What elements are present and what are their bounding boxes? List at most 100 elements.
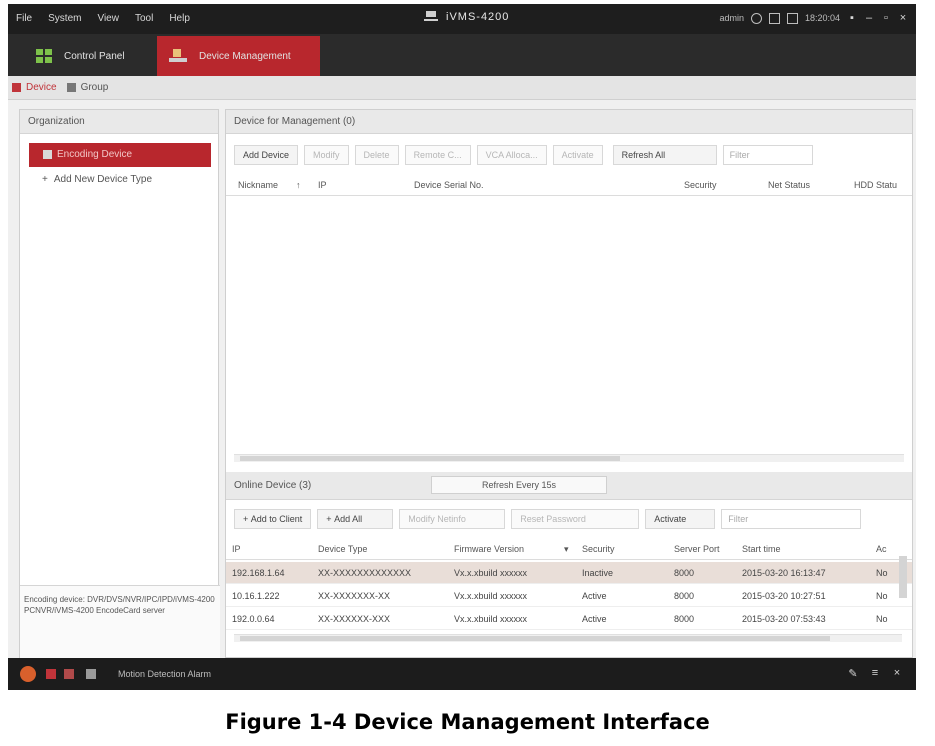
menu-view[interactable]: View <box>97 13 119 24</box>
app-title: iVMS-4200 <box>424 11 509 23</box>
col-security[interactable]: Security <box>684 180 717 190</box>
minimize-button[interactable]: – <box>864 12 874 24</box>
menu-tool[interactable]: Tool <box>135 13 153 24</box>
add-device-button[interactable]: Add Device <box>234 145 299 165</box>
encoding-device-icon <box>43 150 52 159</box>
edit-icon[interactable]: ✎ <box>848 667 858 680</box>
plus-icon: + <box>42 174 48 185</box>
online-table-header: IP Device Type Firmware Version ▾ Securi… <box>226 538 912 560</box>
activate-button[interactable]: Activate <box>552 145 603 165</box>
main-menu: File System View Tool Help <box>16 13 190 24</box>
menu-system[interactable]: System <box>48 13 81 24</box>
reset-password-button[interactable]: Reset Password <box>511 509 640 529</box>
menu-lock-icon[interactable]: ▪ <box>847 12 857 24</box>
organization-panel: Organization Encoding Device + Add New D… <box>19 109 220 659</box>
tab-label: Control Panel <box>64 50 125 62</box>
cell-firmware: Vx.x.xbuild xxxxxx <box>454 591 528 601</box>
vca-allocation-button[interactable]: VCA Alloca... <box>476 145 547 165</box>
col-start-time[interactable]: Start time <box>742 544 781 554</box>
col-server-port[interactable]: Server Port <box>674 544 720 554</box>
delete-button[interactable]: Delete <box>354 145 399 165</box>
cell-device-type: XX-XXXXXXX-XX <box>318 591 391 601</box>
close-panel-icon[interactable]: × <box>892 667 902 679</box>
refresh-all-button[interactable]: Refresh All <box>612 145 717 165</box>
add-all-button[interactable]: + Add All <box>317 509 394 529</box>
online-devices-title: Online Device (3) <box>234 480 312 491</box>
add-all-label: Add All <box>334 514 363 524</box>
settings-icon[interactable]: ≡ <box>870 667 880 679</box>
tab-device-management[interactable]: Device Management <box>157 36 320 76</box>
online-v-scrollbar[interactable] <box>899 556 907 598</box>
maximize-button[interactable]: ▫ <box>881 12 891 24</box>
close-button[interactable]: × <box>898 12 908 24</box>
tab-device[interactable]: Device <box>12 82 57 93</box>
cell-ac: No <box>876 568 888 578</box>
lock-icon[interactable] <box>768 12 780 24</box>
activate-online-button[interactable]: Activate <box>645 509 716 529</box>
managed-filter-input[interactable]: Filter <box>722 145 813 165</box>
cpu-icon[interactable] <box>750 12 762 24</box>
add-to-client-button[interactable]: + Add to Client <box>234 509 312 529</box>
alarm-type-label: Motion Detection Alarm <box>118 669 212 679</box>
col-security[interactable]: Security <box>582 544 615 554</box>
control-panel-icon <box>36 49 52 63</box>
tab-group[interactable]: Group <box>66 82 109 93</box>
sort-icon[interactable]: ↑ <box>296 180 301 190</box>
event-icon[interactable] <box>46 669 56 679</box>
col-ip[interactable]: IP <box>318 180 327 190</box>
content-area: Device Group Organization Encoding Devic… <box>8 76 916 659</box>
managed-h-scrollbar[interactable] <box>234 454 904 462</box>
col-serial[interactable]: Device Serial No. <box>414 180 484 190</box>
cell-ip: 192.0.0.64 <box>232 614 275 624</box>
tab-device-label: Device <box>26 82 57 93</box>
alarm-center-icon[interactable] <box>20 666 36 682</box>
cell-port: 8000 <box>674 591 695 601</box>
tab-control-panel[interactable]: Control Panel <box>24 36 154 76</box>
org-item-add-device-type[interactable]: + Add New Device Type <box>42 174 152 185</box>
col-hdd-status[interactable]: HDD Statu <box>854 180 897 190</box>
col-ac[interactable]: Ac <box>876 544 887 554</box>
org-add-label: Add New Device Type <box>53 174 153 185</box>
camera-alarm-icon[interactable] <box>64 669 74 679</box>
table-row[interactable]: 10.16.1.222 XX-XXXXXXX-XX Vx.x.xbuild xx… <box>226 585 912 607</box>
scroll-thumb[interactable] <box>240 636 830 641</box>
online-filter-input[interactable]: Filter <box>721 509 862 529</box>
app-title-text: iVMS-4200 <box>446 11 510 23</box>
refresh-interval-button[interactable]: Refresh Every 15s <box>431 476 607 494</box>
table-row[interactable]: 192.0.0.64 XX-XXXXXX-XXX Vx.x.xbuild xxx… <box>226 608 912 630</box>
col-net-status[interactable]: Net Status <box>768 180 810 190</box>
group-icon <box>66 83 76 92</box>
scroll-thumb[interactable] <box>240 456 620 461</box>
org-item-encoding-device[interactable]: Encoding Device <box>29 143 211 167</box>
cell-device-type: XX-XXXXXXXXXXXXX <box>318 568 412 578</box>
cell-security: Active <box>582 591 607 601</box>
menu-help[interactable]: Help <box>169 13 190 24</box>
modify-netinfo-button[interactable]: Modify Netinfo <box>399 509 506 529</box>
status-bar: Motion Detection Alarm ✎ ≡ × <box>8 658 916 690</box>
cell-start-time: 2015-03-20 16:13:47 <box>742 568 826 578</box>
online-h-scrollbar[interactable] <box>234 634 902 642</box>
cell-start-time: 2015-03-20 07:53:43 <box>742 614 826 624</box>
motion-alarm-icon[interactable] <box>86 669 96 679</box>
menu-file[interactable]: File <box>16 13 32 24</box>
col-ip[interactable]: IP <box>232 544 241 554</box>
table-row[interactable]: 192.168.1.64 XX-XXXXXXXXXXXXX Vx.x.xbuil… <box>226 562 912 584</box>
col-nickname[interactable]: Nickname <box>238 180 278 190</box>
sort-icon[interactable]: ▾ <box>564 544 569 555</box>
remote-config-button[interactable]: Remote C... <box>404 145 471 165</box>
cell-firmware: Vx.x.xbuild xxxxxx <box>454 568 528 578</box>
module-tab-bar: Control Panel Device Management <box>8 34 916 76</box>
monitor-icon[interactable] <box>786 12 798 24</box>
cell-ip: 192.168.1.64 <box>232 568 285 578</box>
application-window: File System View Tool Help iVMS-4200 adm… <box>8 4 916 690</box>
modify-button[interactable]: Modify <box>304 145 349 165</box>
device-type-info: Encoding device: DVR/DVS/NVR/IPC/IPD/iVM… <box>20 585 220 659</box>
col-firmware[interactable]: Firmware Version <box>454 544 524 554</box>
tab-group-label: Group <box>80 82 109 93</box>
clock-text: 18:20:04 <box>804 13 840 23</box>
cell-security: Active <box>582 614 607 624</box>
col-device-type[interactable]: Device Type <box>318 544 367 554</box>
managed-toolbar: Add Device Modify Delete Remote C... VCA… <box>226 140 912 170</box>
device-panel: Device for Management (0) Add Device Mod… <box>225 109 913 658</box>
cell-start-time: 2015-03-20 10:27:51 <box>742 591 826 601</box>
